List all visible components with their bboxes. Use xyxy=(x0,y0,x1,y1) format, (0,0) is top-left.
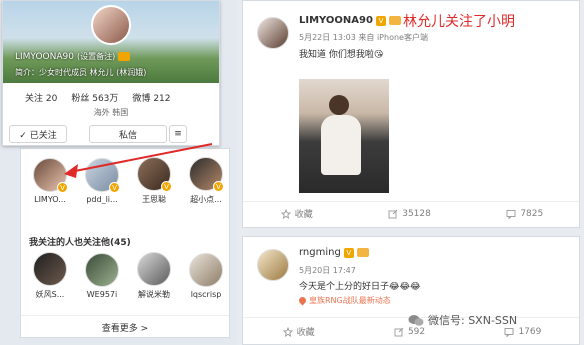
post-text: 我知道 你们想我啦😘 xyxy=(299,50,384,60)
post-text: 今天是个上分的好日子😂😂😂 xyxy=(299,282,421,292)
verified-icon: V xyxy=(343,247,354,258)
comment-count: 1769 xyxy=(518,326,542,337)
comment-button[interactable]: 1769 xyxy=(504,327,541,337)
wechat-watermark: 微信号: SXN-SSN xyxy=(408,312,517,328)
avatar[interactable] xyxy=(137,252,171,286)
mutual-name[interactable]: 解说米勒 xyxy=(130,289,178,300)
comment-count: 7825 xyxy=(520,208,544,219)
comment-button[interactable]: 7825 xyxy=(506,209,543,219)
comment-icon xyxy=(504,327,514,337)
post-actions: 收藏 35128 7825 xyxy=(243,207,581,220)
avatar[interactable] xyxy=(189,253,223,287)
repost-count: 35128 xyxy=(402,208,431,219)
collect-button[interactable]: 收藏 xyxy=(280,207,313,220)
post-card: LIMYOONA90 V 林允儿关注了小明 5月22日 13:03 来自 iPh… xyxy=(242,0,580,228)
share-icon xyxy=(388,209,398,218)
mutual-name[interactable]: lqscrisp xyxy=(182,290,230,299)
post-header: LIMYOONA90 V xyxy=(299,15,401,26)
see-more-link[interactable]: 查看更多 > xyxy=(21,321,229,334)
photo-dress-shape xyxy=(321,115,361,175)
collect-label: 收藏 xyxy=(296,328,315,338)
comment-icon xyxy=(506,209,516,219)
mutual-user[interactable]: 妖风S... xyxy=(25,252,75,300)
photo-person-shape xyxy=(329,95,349,115)
collect-button[interactable]: 收藏 xyxy=(282,325,315,338)
post-username[interactable]: LIMYOONA90 xyxy=(299,15,373,26)
mutual-divider xyxy=(21,315,229,316)
repost-count: 592 xyxy=(407,326,426,337)
post-photo[interactable] xyxy=(299,79,389,193)
post-actions-divider xyxy=(243,201,579,202)
wechat-icon xyxy=(408,314,424,326)
watermark-text: 微信号: SXN-SSN xyxy=(428,314,518,327)
mutual-user[interactable]: WE957i xyxy=(77,253,127,299)
post-source-row: 皇族RNG战队最新动态 xyxy=(297,295,391,306)
bookmark-icon xyxy=(282,326,293,337)
post-avatar[interactable] xyxy=(257,17,289,49)
annotation-headline: 林允儿关注了小明 xyxy=(403,14,515,30)
red-arrow-annotation xyxy=(64,143,213,178)
mutual-name[interactable]: WE957i xyxy=(78,290,126,299)
location-icon xyxy=(297,295,308,306)
vip-icon xyxy=(356,248,369,257)
share-icon xyxy=(394,327,404,336)
mutual-title: 我关注的人也关注他(45) xyxy=(29,238,131,248)
repost-button[interactable]: 592 xyxy=(394,327,425,337)
collect-label: 收藏 xyxy=(294,210,313,220)
avatar[interactable] xyxy=(85,253,119,287)
mutual-user[interactable]: 解说米勒 xyxy=(129,252,179,300)
post-meta: 5月22日 13:03 来自 iPhone客户端 xyxy=(299,33,428,42)
post-card: rngming V 5月20日 17:47 今天是个上分的好日子😂😂😂 皇族RN… xyxy=(242,236,580,345)
post-meta: 5月20日 17:47 xyxy=(299,266,356,275)
bookmark-icon xyxy=(280,208,291,219)
avatar[interactable] xyxy=(33,252,67,286)
mutual-name[interactable]: 妖风S... xyxy=(26,289,74,300)
mutual-user[interactable]: lqscrisp xyxy=(181,253,231,299)
post-header: rngming V xyxy=(299,247,369,258)
verified-icon: V xyxy=(375,15,386,26)
post-avatar[interactable] xyxy=(257,249,289,281)
post-username[interactable]: rngming xyxy=(299,247,341,258)
repost-button[interactable]: 35128 xyxy=(388,209,431,219)
post-source-link[interactable]: 皇族RNG战队最新动态 xyxy=(309,295,391,306)
vip-icon xyxy=(388,16,401,25)
mutual-avatars: 妖风S... WE957i 解说米勒 lqscrisp xyxy=(25,252,231,300)
